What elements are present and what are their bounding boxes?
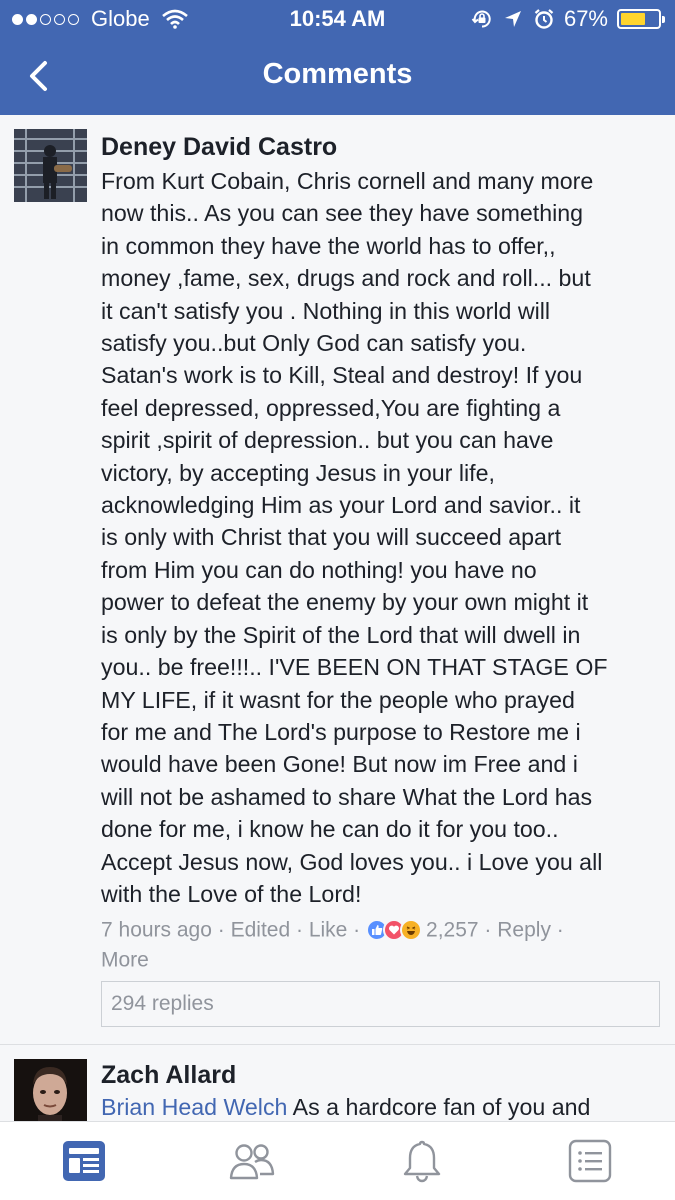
- alarm-icon: [534, 9, 554, 29]
- reply-button[interactable]: Reply: [497, 918, 551, 941]
- battery-percent: 67%: [563, 6, 608, 31]
- news-feed-icon: [63, 1141, 105, 1181]
- friends-icon: [229, 1144, 275, 1180]
- comment-text: From Kurt Cobain, Chris cornell and many…: [101, 168, 608, 907]
- comment-item: Zach Allard Brian Head Welch As a hardco…: [0, 1046, 675, 1121]
- avatar[interactable]: [14, 1059, 87, 1121]
- battery-level: [621, 13, 646, 25]
- comment-author[interactable]: Deney David Castro: [101, 133, 337, 162]
- page-title: Comments: [262, 58, 413, 90]
- header: Globe 10:54 AM 67% Comments: [0, 0, 675, 115]
- bell-icon: [403, 1140, 441, 1183]
- tab-notifications[interactable]: [399, 1138, 445, 1184]
- mention-link[interactable]: Brian Head Welch: [101, 1094, 287, 1120]
- reaction-count[interactable]: 2,257: [426, 918, 479, 941]
- avatar-photo: [14, 1059, 87, 1121]
- tab-news-feed[interactable]: [61, 1138, 107, 1184]
- status-bar: Globe 10:54 AM 67%: [0, 0, 675, 38]
- comment-item: Deney David Castro From Kurt Cobain, Chr…: [0, 115, 675, 1045]
- haha-reaction-icon: [400, 919, 423, 942]
- avatar-photo: [14, 129, 87, 202]
- tab-menu[interactable]: [567, 1138, 613, 1184]
- status-right: 67%: [471, 6, 665, 32]
- rotation-lock-icon: [471, 10, 491, 28]
- location-arrow-icon: [504, 11, 521, 27]
- like-button[interactable]: Like: [309, 918, 348, 941]
- comment-meta: 7 hours ago · Edited · Like · 2,257 · Re…: [101, 918, 564, 972]
- avatar[interactable]: [14, 129, 87, 202]
- battery-icon: [617, 9, 665, 29]
- tab-bar: [0, 1121, 675, 1200]
- more-button[interactable]: More: [101, 949, 149, 972]
- comment-author[interactable]: Zach Allard: [101, 1061, 236, 1090]
- reactions-summary[interactable]: [366, 919, 423, 942]
- comment-time[interactable]: 7 hours ago: [101, 918, 212, 941]
- tab-friends[interactable]: [229, 1138, 275, 1184]
- nav-bar: Comments: [0, 38, 675, 115]
- menu-list-icon: [568, 1139, 612, 1183]
- comment-text: Brian Head Welch As a hardcore fan of yo…: [101, 1094, 591, 1120]
- view-replies-button[interactable]: 294 replies: [101, 981, 660, 1027]
- edited-label[interactable]: Edited: [231, 918, 291, 941]
